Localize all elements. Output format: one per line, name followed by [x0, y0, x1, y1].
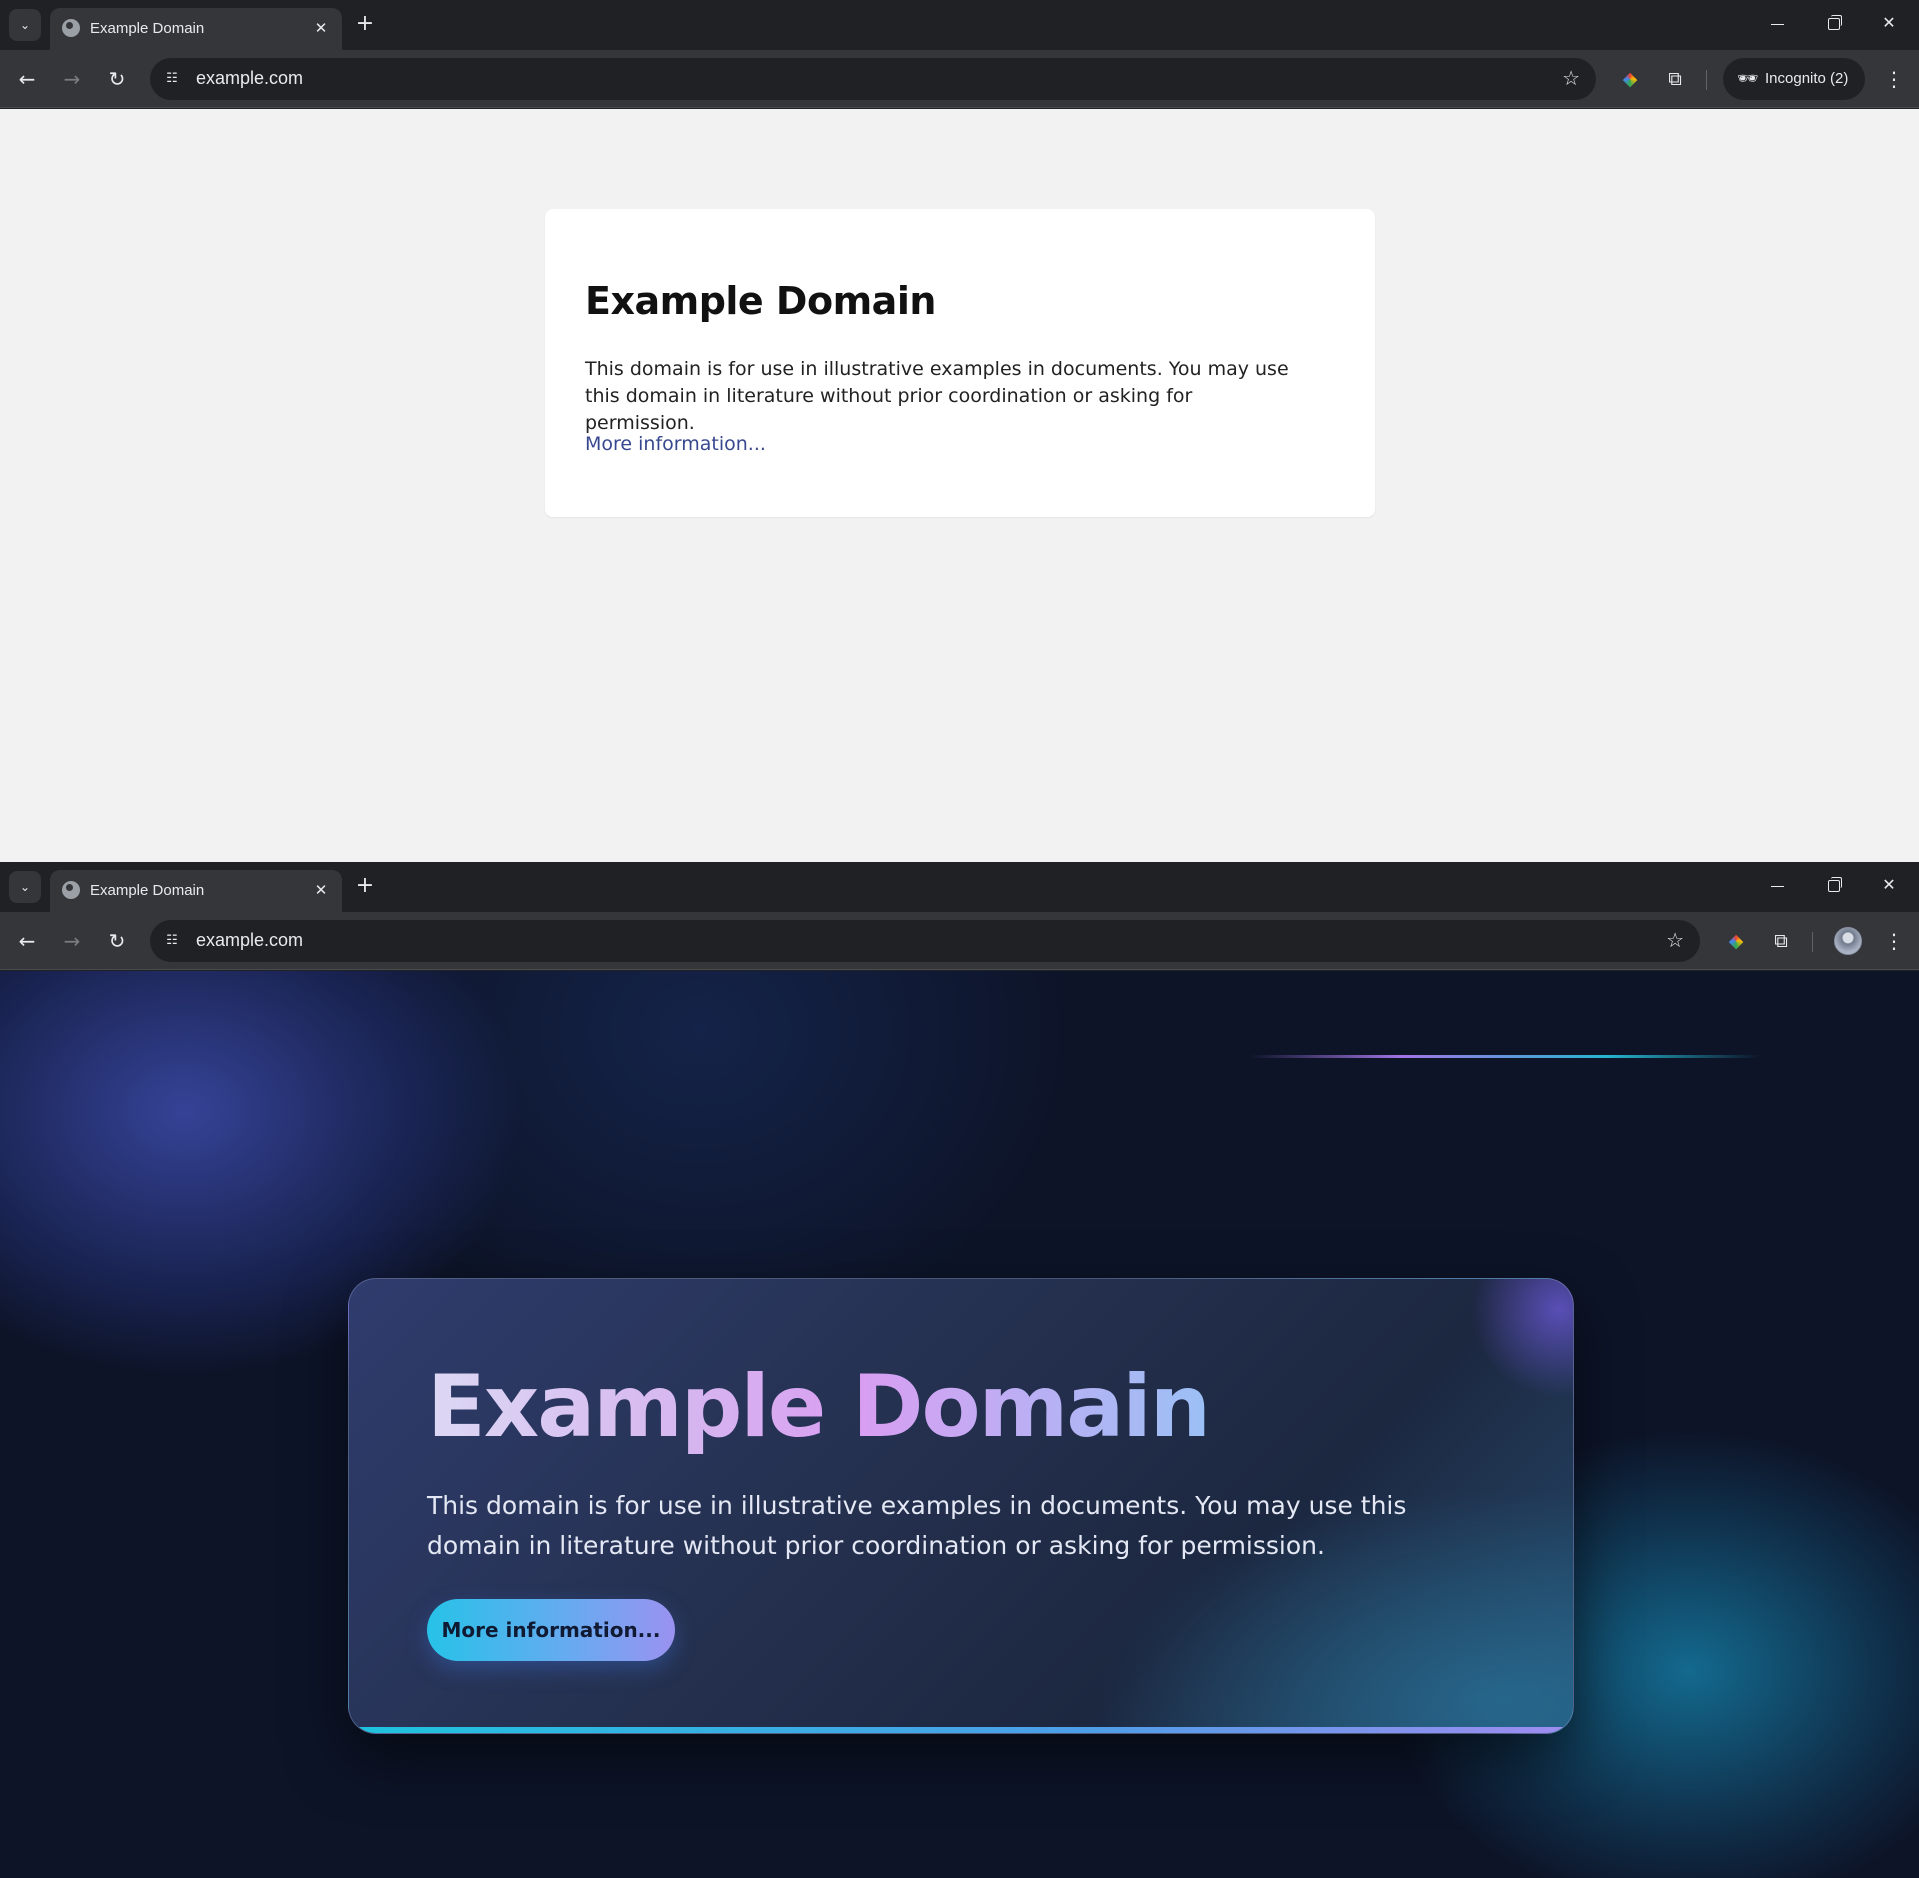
extensions-puzzle-icon[interactable]: ⧉	[1765, 925, 1797, 957]
decorative-light-streak	[1250, 1055, 1760, 1058]
restore-button[interactable]	[1813, 870, 1853, 900]
extension-colorful-icon[interactable]: ◆	[1614, 63, 1646, 95]
tab-search-button[interactable]: ⌄	[9, 871, 41, 903]
tab-close-icon[interactable]: ✕	[310, 17, 332, 39]
site-settings-icon[interactable]: ☷	[160, 929, 184, 953]
browser-window-bottom: ⌄ Example Domain ✕ + ✕ ← → ↻ ☷ example.c…	[0, 862, 1919, 1878]
minimize-button[interactable]	[1757, 8, 1797, 38]
toolbar-divider	[1706, 70, 1707, 90]
forward-button[interactable]: →	[56, 925, 88, 957]
omnibox[interactable]: ☷ example.com ☆	[150, 920, 1700, 962]
incognito-label: Incognito (2)	[1765, 70, 1849, 87]
forward-button[interactable]: →	[56, 63, 88, 95]
bookmark-star-icon[interactable]: ☆	[1666, 928, 1684, 952]
url-text[interactable]: example.com	[196, 68, 303, 89]
toolbar: ← → ↻ ☷ example.com ☆ ◆ ⧉ ⋮	[0, 912, 1919, 970]
reload-button[interactable]: ↻	[101, 925, 133, 957]
tab-example-domain[interactable]: Example Domain ✕	[50, 8, 342, 50]
tab-example-domain[interactable]: Example Domain ✕	[50, 870, 342, 912]
new-tab-button[interactable]: +	[352, 874, 378, 900]
toolbar: ← → ↻ ☷ example.com ☆ ◆ ⧉ 🕶 Incognito (2…	[0, 50, 1919, 108]
content-card: Example Domain This domain is for use in…	[545, 209, 1375, 517]
chrome-menu-icon[interactable]: ⋮	[1878, 63, 1910, 95]
glass-content-card: Example Domain This domain is for use in…	[348, 1278, 1574, 1734]
new-tab-button[interactable]: +	[352, 12, 378, 38]
tab-search-button[interactable]: ⌄	[9, 9, 41, 41]
page-description: This domain is for use in illustrative e…	[427, 1491, 1407, 1560]
close-window-button[interactable]: ✕	[1869, 870, 1909, 900]
toolbar-divider	[1812, 932, 1813, 952]
profile-avatar[interactable]	[1834, 927, 1862, 955]
globe-icon	[62, 881, 80, 899]
tab-strip: ⌄ Example Domain ✕ + ✕	[0, 0, 1919, 50]
more-information-button[interactable]: More information...	[427, 1599, 675, 1661]
tab-close-icon[interactable]: ✕	[310, 879, 332, 901]
chevron-down-icon: ⌄	[19, 18, 31, 32]
omnibox[interactable]: ☷ example.com ☆	[150, 58, 1596, 100]
page-heading: Example Domain	[585, 279, 936, 323]
globe-icon	[62, 19, 80, 37]
back-button[interactable]: ←	[11, 925, 43, 957]
tab-strip: ⌄ Example Domain ✕ + ✕	[0, 862, 1919, 912]
page-heading: Example Domain	[427, 1357, 1211, 1457]
browser-window-top: ⌄ Example Domain ✕ + ✕ ← → ↻ ☷ example.c…	[0, 0, 1919, 862]
tab-title: Example Domain	[90, 20, 205, 37]
chrome-menu-icon[interactable]: ⋮	[1878, 925, 1910, 957]
close-window-button[interactable]: ✕	[1869, 8, 1909, 38]
chevron-down-icon: ⌄	[19, 880, 31, 894]
card-gradient-underline	[349, 1727, 1573, 1733]
page-description: This domain is for use in illustrative e…	[585, 358, 1289, 434]
tab-title: Example Domain	[90, 882, 205, 899]
page-viewport: Example Domain This domain is for use in…	[0, 109, 1919, 862]
bookmark-star-icon[interactable]: ☆	[1562, 66, 1580, 90]
reload-button[interactable]: ↻	[101, 63, 133, 95]
restore-button[interactable]	[1813, 8, 1853, 38]
url-text[interactable]: example.com	[196, 930, 303, 951]
site-settings-icon[interactable]: ☷	[160, 67, 184, 91]
more-information-link[interactable]: More information...	[585, 433, 766, 455]
incognito-icon: 🕶	[1737, 69, 1759, 88]
page-viewport: Example Domain This domain is for use in…	[0, 971, 1919, 1878]
incognito-profile-button[interactable]: 🕶 Incognito (2)	[1723, 58, 1865, 100]
back-button[interactable]: ←	[11, 63, 43, 95]
extensions-puzzle-icon[interactable]: ⧉	[1659, 63, 1691, 95]
extension-colorful-icon[interactable]: ◆	[1720, 925, 1752, 957]
minimize-button[interactable]	[1757, 870, 1797, 900]
